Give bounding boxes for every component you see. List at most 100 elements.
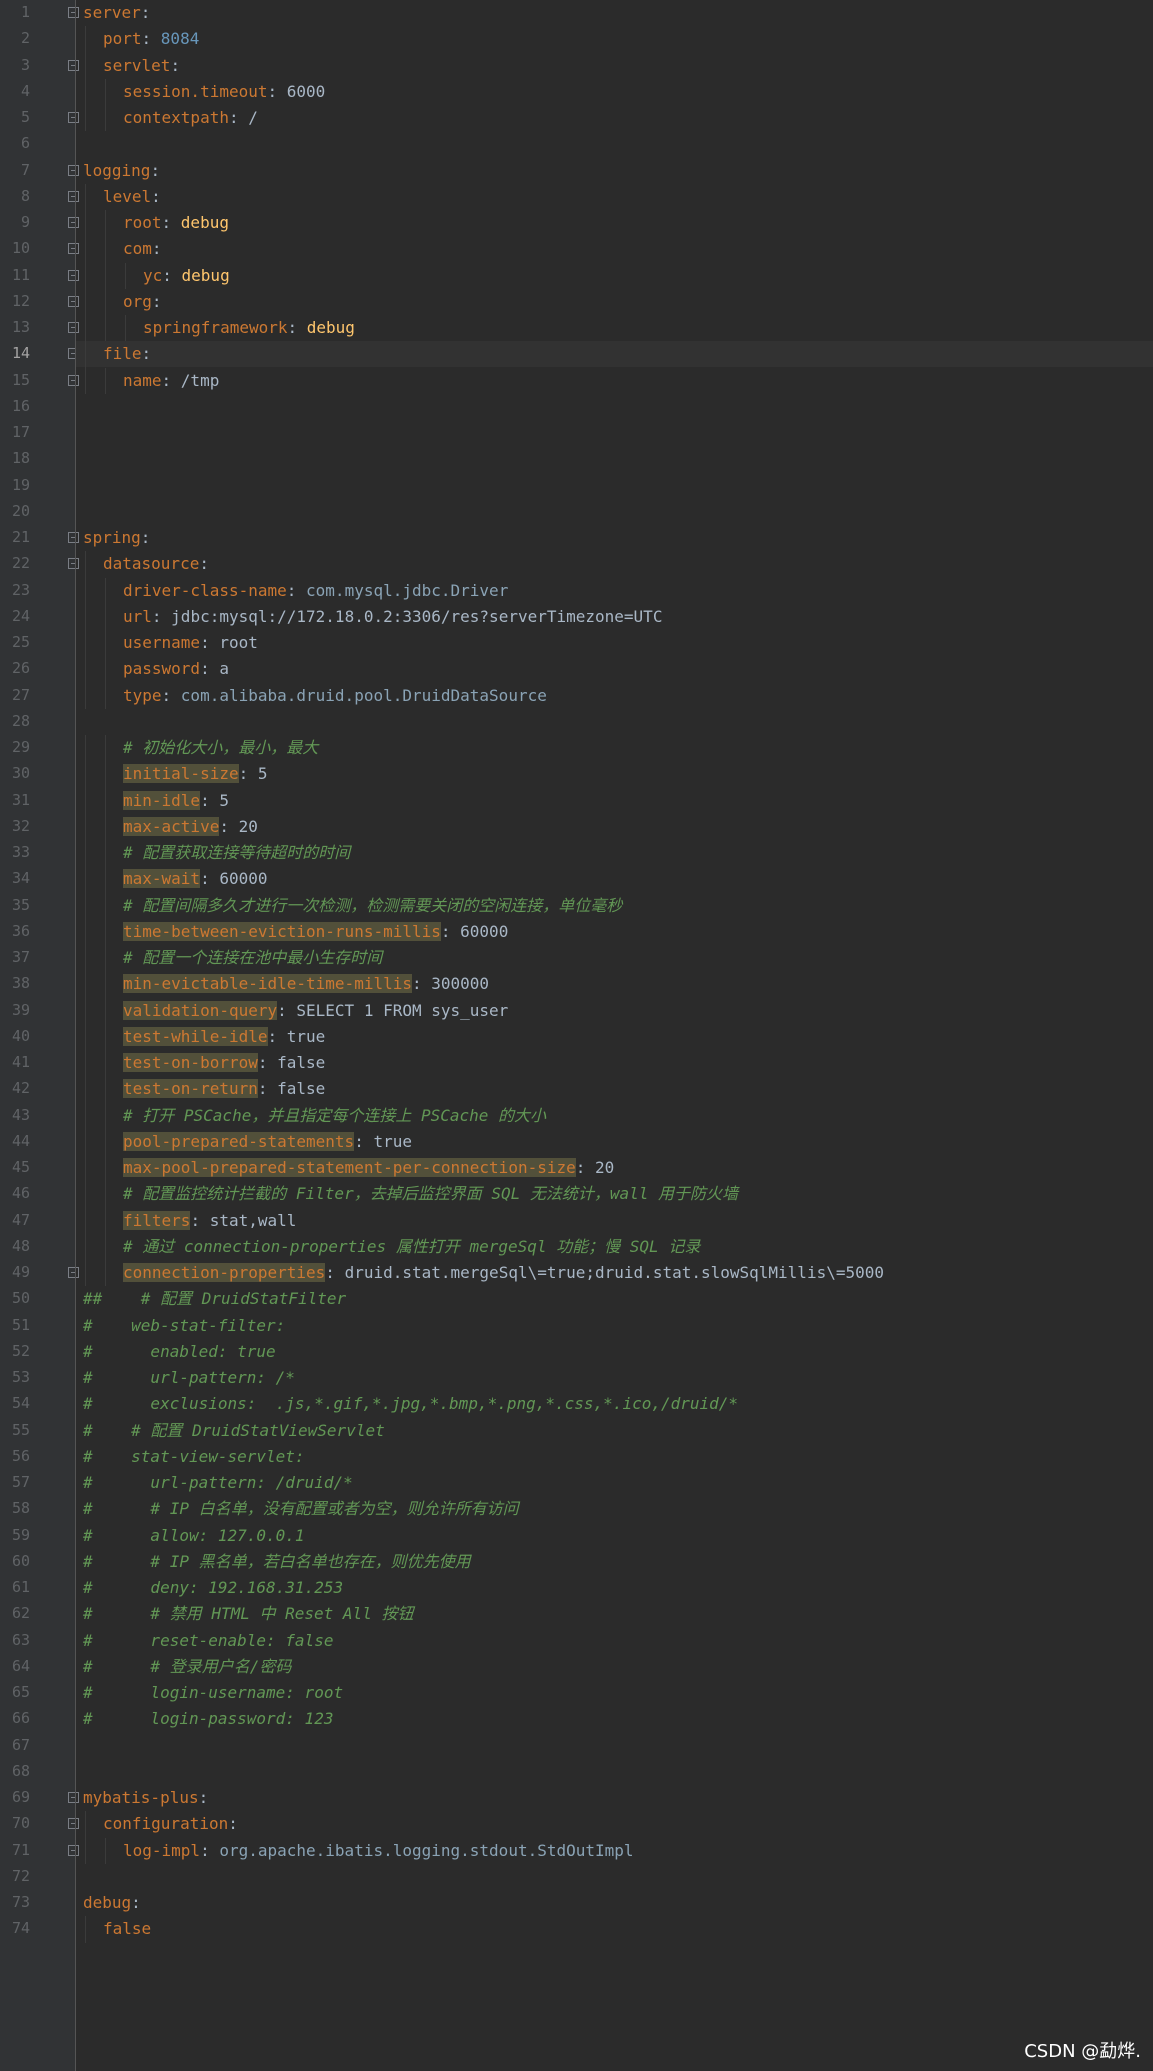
code-line[interactable]: initial-size: 5 [123, 764, 268, 792]
yaml-key: username [123, 633, 201, 652]
yaml-separator: : [141, 344, 152, 364]
code-line[interactable]: servlet: [103, 57, 180, 84]
code-line[interactable]: validation-query: SELECT 1 FROM sys_user [123, 1000, 508, 1029]
yaml-comment: # 配置获取连接等待超时的时间 [123, 843, 351, 862]
code-line[interactable]: connection-properties: druid.stat.mergeS… [123, 1263, 884, 1291]
code-line[interactable]: password: a [123, 661, 229, 687]
code-line[interactable]: yc: debug [143, 267, 230, 294]
fold-marker-icon[interactable] [68, 295, 79, 307]
fold-marker-icon[interactable] [68, 374, 79, 386]
code-line[interactable]: test-on-borrow: false [123, 1053, 325, 1081]
code-line[interactable]: # 配置间隔多久才进行一次检测，检测需要关闭的空闲连接，单位毫秒 [123, 897, 622, 924]
code-line[interactable]: # url-pattern: /* [83, 1370, 295, 1396]
code-line[interactable]: level: [103, 188, 161, 215]
code-line[interactable]: logging: [83, 162, 160, 189]
yaml-separator: : [277, 1000, 297, 1020]
code-line[interactable]: file: [103, 346, 151, 372]
fold-marker-icon[interactable] [68, 59, 79, 71]
line-number: 17 [11, 423, 30, 441]
yaml-key: false [103, 1919, 152, 1939]
yaml-key: springframework [143, 318, 288, 337]
code-line[interactable]: max-active: 20 [123, 816, 258, 845]
code-line[interactable]: server: [83, 5, 150, 31]
code-line[interactable]: name: /tmp [123, 372, 219, 399]
code-line[interactable]: log-impl: org.apache.ibatis.logging.stdo… [123, 1842, 634, 1869]
code-line[interactable]: # stat-view-servlet: [83, 1448, 305, 1475]
code-line[interactable]: # reset-enable: false [83, 1632, 333, 1659]
fold-marker-icon[interactable] [68, 269, 79, 281]
code-line[interactable]: driver-class-name: com.mysql.jdbc.Driver [123, 582, 508, 609]
fold-marker-icon[interactable] [68, 1818, 79, 1830]
code-line[interactable]: # 打开 PSCache，并且指定每个连接上 PSCache 的大小 [123, 1107, 546, 1134]
code-line[interactable]: pool-prepared-statements: true [123, 1131, 412, 1160]
code-line[interactable]: mybatis-plus: [83, 1790, 208, 1816]
code-line[interactable]: # exclusions: .js,*.gif,*.jpg,*.bmp,*.pn… [83, 1396, 738, 1422]
code-line[interactable]: # deny: 192.168.31.253 [83, 1580, 343, 1606]
fold-marker-icon[interactable] [68, 322, 79, 333]
indent-guide [105, 971, 106, 998]
yaml-separator: : [267, 81, 287, 101]
code-line[interactable]: com: [123, 241, 162, 267]
indent-guide [105, 1050, 106, 1077]
code-line[interactable]: false [103, 1921, 151, 1947]
fold-marker-icon[interactable] [68, 558, 79, 570]
code-line[interactable]: # login-password: 123 [83, 1711, 333, 1737]
code-line[interactable]: username: root [123, 635, 258, 661]
code-line[interactable]: datasource: [103, 556, 209, 582]
code-line[interactable]: # login-username: root [83, 1685, 343, 1711]
line-number: 52 [11, 1341, 30, 1360]
code-line[interactable]: debug: [83, 1895, 141, 1921]
code-line[interactable]: # 配置监控统计拦截的 Filter，去掉后监控界面 SQL 无法统计，wall… [123, 1186, 738, 1212]
code-line[interactable]: max-pool-prepared-statement-per-connecti… [123, 1158, 615, 1186]
line-number: 29 [11, 738, 30, 756]
indent-guide [105, 1233, 106, 1260]
code-line[interactable]: # enabled: true [83, 1343, 276, 1370]
fold-marker-icon[interactable] [68, 1844, 79, 1856]
code-line[interactable]: type: com.alibaba.druid.pool.DruidDataSo… [123, 687, 547, 714]
yaml-separator: : [200, 633, 220, 652]
code-line[interactable]: ## # 配置 DruidStatFilter [83, 1291, 346, 1317]
fold-marker-icon[interactable] [68, 112, 79, 123]
code-line[interactable]: url: jdbc:mysql://172.18.0.2:3306/res?se… [123, 608, 662, 635]
code-line[interactable]: filters: stat,wall [123, 1210, 296, 1239]
code-line[interactable]: # # IP 白名单，没有配置或者为空，则允许所有访问 [83, 1501, 519, 1527]
fold-marker-icon[interactable] [68, 190, 79, 202]
code-line[interactable]: # url-pattern: /druid/* [83, 1475, 353, 1501]
code-line[interactable]: min-idle: 5 [123, 790, 229, 819]
code-line[interactable]: # 通过 connection-properties 属性打开 mergeSql… [123, 1238, 700, 1265]
code-line[interactable]: # 配置一个连接在池中最小生存时间 [123, 950, 382, 976]
code-line[interactable]: root: debug [123, 215, 229, 241]
code-line[interactable]: min-evictable-idle-time-millis: 300000 [123, 974, 489, 1002]
fold-marker-icon[interactable] [68, 1267, 79, 1278]
code-line[interactable]: session.timeout: 6000 [123, 81, 325, 110]
code-line[interactable]: springframework: debug [143, 320, 355, 346]
code-line[interactable]: # 初始化大小，最小，最大 [123, 740, 318, 766]
code-line[interactable]: test-on-return: false [123, 1079, 325, 1107]
code-line[interactable]: test-while-idle: true [123, 1026, 325, 1055]
yaml-comment: # # 登录用户名/密码 [83, 1656, 292, 1676]
fold-marker-icon[interactable] [68, 1792, 79, 1803]
code-line[interactable]: spring: [83, 530, 150, 556]
fold-marker-icon[interactable] [68, 7, 79, 18]
fold-marker-icon[interactable] [68, 532, 79, 543]
line-number-gutter[interactable]: 1 2 3 4 5 6 7 8 9 10 11 12 13 14 15 16 17 18 19 20 21 22 23 24 2… [0, 0, 79, 2071]
fold-marker-icon[interactable] [68, 164, 79, 176]
code-line[interactable]: # 配置获取连接等待超时的时间 [123, 845, 350, 871]
code-line[interactable]: # # 禁用 HTML 中 Reset All 按钮 [83, 1606, 413, 1632]
code-line[interactable]: # web-stat-filter: [83, 1317, 285, 1344]
code-line[interactable]: # # 配置 DruidStatViewServlet [83, 1422, 385, 1449]
code-line[interactable]: configuration: [103, 1816, 238, 1842]
code-line[interactable]: port: 8084 [103, 31, 199, 57]
code-line[interactable]: # allow: 127.0.0.1 [83, 1527, 305, 1554]
fold-marker-icon[interactable] [68, 243, 79, 255]
code-line[interactable]: contextpath: / [123, 110, 258, 136]
code-line[interactable]: max-wait: 60000 [123, 869, 268, 897]
line-number: 30 [11, 764, 30, 783]
code-line[interactable]: # # 登录用户名/密码 [83, 1656, 292, 1685]
fold-marker-icon[interactable] [68, 217, 79, 228]
yaml-value: true [373, 1131, 412, 1151]
code-line[interactable]: # # IP 黑名单，若白名单也存在，则优先使用 [83, 1553, 471, 1580]
code-line[interactable]: time-between-eviction-runs-millis: 60000 [123, 921, 508, 950]
yaml-value: 20 [595, 1158, 615, 1177]
code-line[interactable]: org: [123, 293, 162, 320]
